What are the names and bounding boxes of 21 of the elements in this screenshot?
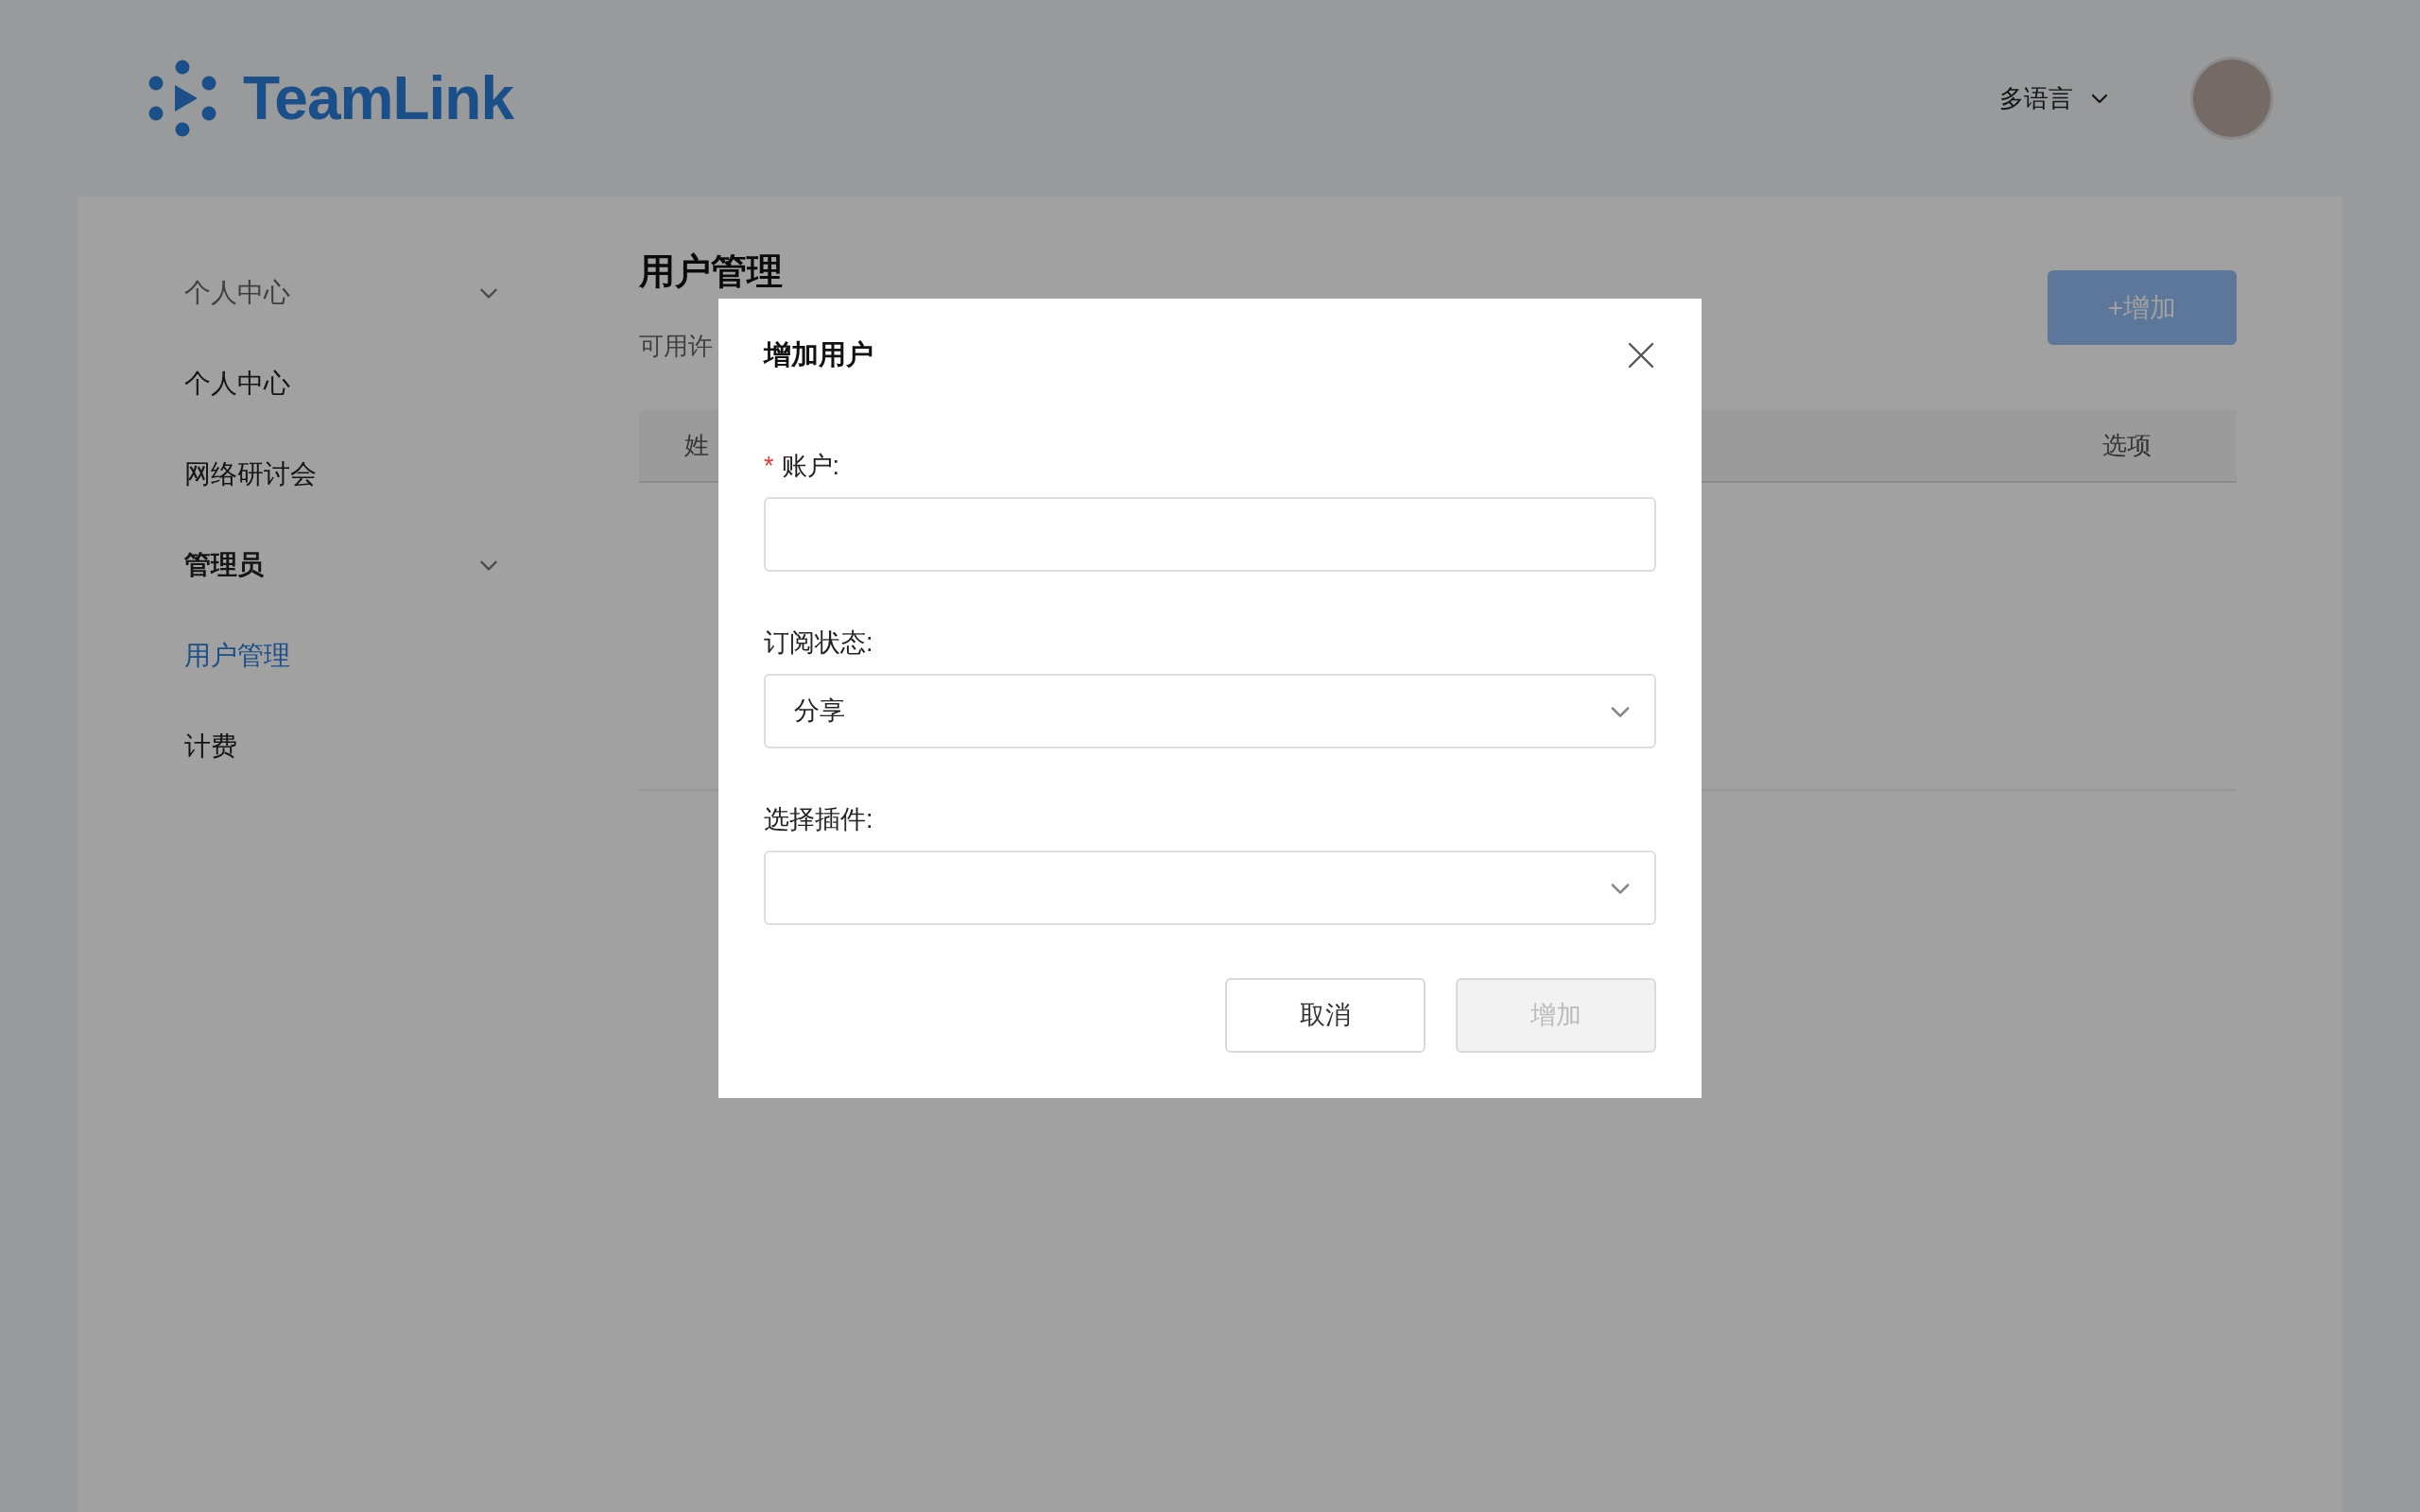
language-dropdown[interactable]: 多语言 [1999, 79, 2111, 117]
sidebar-group[interactable]: 管理员 [184, 520, 510, 610]
page-subtitle: 可用许 [639, 331, 713, 361]
dialog-button[interactable]: 取消 [1225, 978, 1426, 1053]
required-mark: * [764, 450, 774, 482]
dialog-title: 增加用户 [764, 338, 873, 372]
field-label: 账户: [781, 450, 840, 482]
logo-icon [147, 60, 218, 137]
logo-text: TeamLink [243, 68, 513, 129]
field-label: 订阅状态: [764, 627, 873, 659]
select-field[interactable] [764, 850, 1656, 925]
sidebar-item[interactable]: 网络研讨会 [184, 429, 510, 520]
page-title: 用户管理 [639, 250, 783, 293]
sidebar-item[interactable]: 计费 [184, 701, 510, 792]
column-header: 选项 [2102, 430, 2152, 461]
sidebar-item[interactable]: 个人中心 [184, 338, 510, 429]
input-field[interactable] [764, 497, 1656, 572]
field-label: 选择插件: [764, 803, 873, 835]
select-field[interactable]: 分享 [764, 674, 1656, 748]
column-header: 姓 [684, 430, 709, 461]
sidebar-group[interactable]: 个人中心 [184, 248, 510, 338]
